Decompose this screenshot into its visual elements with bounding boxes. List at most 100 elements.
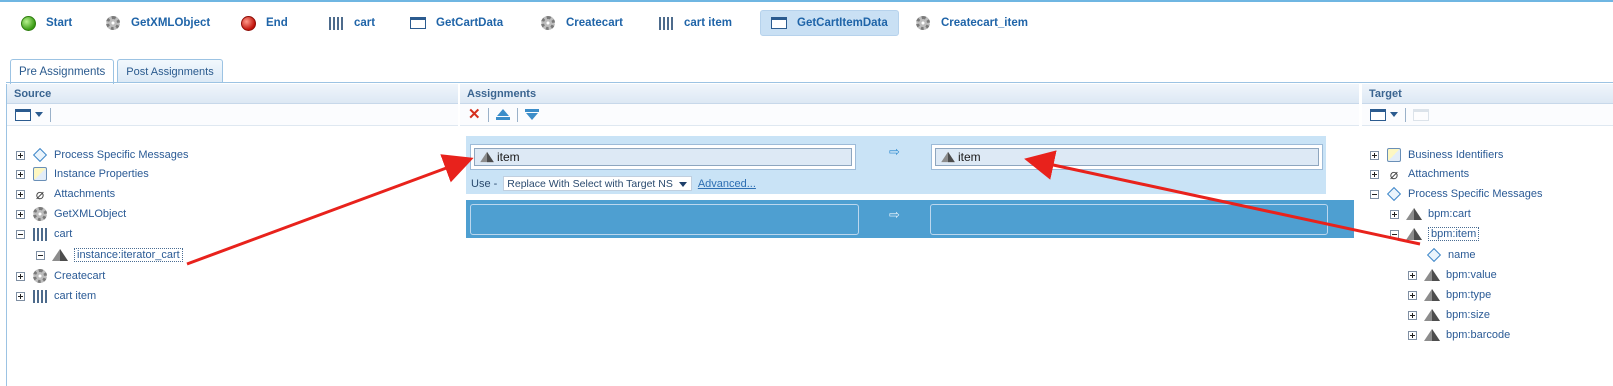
- arrow-right-icon: ⇨: [889, 144, 900, 159]
- tree-node[interactable]: GetXMLObject: [16, 205, 126, 223]
- flow-item-start[interactable]: Start: [10, 10, 82, 36]
- delete-icon[interactable]: ✕: [468, 107, 481, 122]
- expand-icon[interactable]: [16, 271, 25, 281]
- empty-target-field[interactable]: [930, 204, 1328, 235]
- gear-icon: [32, 206, 48, 222]
- tree-node[interactable]: bpm:barcode: [1408, 326, 1510, 344]
- iterator-bars-icon: [658, 15, 674, 31]
- empty-source-field[interactable]: [470, 204, 859, 235]
- toolbar-separator: [487, 107, 489, 122]
- source-panel: Source Process Specific Messages Instanc…: [6, 84, 458, 386]
- expand-icon[interactable]: [1370, 150, 1379, 160]
- assignment-row-selected[interactable]: item ⇨ item Use - Replace With Select wi…: [466, 136, 1326, 194]
- process-flow-toolbar: Start GetXMLObject End cart GetCartData …: [0, 6, 1613, 40]
- tree-node-label: Process Specific Messages: [54, 149, 189, 161]
- tab-divider: [6, 82, 1613, 83]
- pyramid-icon: [941, 151, 955, 163]
- assignments-toolbar: ✕: [460, 104, 1359, 126]
- flow-item-end[interactable]: End: [230, 10, 298, 36]
- tree-node[interactable]: Process Specific Messages: [16, 146, 189, 164]
- chevron-down-icon[interactable]: [1390, 112, 1398, 117]
- assignment-row-empty[interactable]: ⇨: [466, 200, 1354, 238]
- tree-node[interactable]: bpm:value: [1408, 266, 1497, 284]
- tree-node[interactable]: ⌀ Attachments: [16, 185, 115, 203]
- expand-icon[interactable]: [16, 169, 25, 179]
- tree-node[interactable]: cart item: [16, 287, 96, 305]
- tree-node[interactable]: Business Identifiers: [1370, 146, 1503, 164]
- tree-node-label: bpm:size: [1446, 309, 1491, 321]
- tree-node-label: Instance Properties: [54, 168, 149, 180]
- tree-node-label: name: [1448, 249, 1476, 261]
- tree-node[interactable]: Instance Properties: [16, 165, 149, 183]
- tree-node-selected[interactable]: bpm:item: [1390, 225, 1480, 243]
- flow-item-label: GetCartItemData: [797, 17, 888, 29]
- tree-node[interactable]: bpm:type: [1408, 286, 1491, 304]
- target-expression-field[interactable]: item: [931, 144, 1323, 170]
- collapse-icon[interactable]: [16, 229, 25, 239]
- columns-icon[interactable]: [15, 108, 31, 121]
- tree-node[interactable]: name: [1426, 246, 1476, 264]
- tree-node-label: bpm:item: [1428, 227, 1480, 241]
- collapse-icon[interactable]: [36, 250, 45, 260]
- flow-item-createcart-item[interactable]: Createcart_item: [905, 10, 1038, 36]
- flow-item-getcartitemdata[interactable]: GetCartItemData: [760, 10, 899, 36]
- diamond-icon: [1386, 186, 1402, 202]
- assignment-tabs: Pre Assignments Post Assignments: [10, 59, 223, 84]
- pyramid-icon: [1424, 267, 1440, 283]
- tree-node[interactable]: Createcart: [16, 267, 105, 285]
- expand-icon[interactable]: [1408, 270, 1417, 280]
- move-up-icon[interactable]: [495, 108, 510, 121]
- tab-pre-assignments[interactable]: Pre Assignments: [10, 59, 115, 84]
- window-top-border: [0, 0, 1613, 2]
- iterator-bars-icon: [328, 15, 344, 31]
- arrow-right-icon: ⇨: [889, 207, 900, 222]
- tree-node[interactable]: ⌀ Attachments: [1370, 165, 1469, 183]
- diamond-icon: [32, 147, 48, 163]
- expand-icon[interactable]: [16, 209, 25, 219]
- tree-node-label: bpm:type: [1446, 289, 1492, 301]
- tree-node[interactable]: Process Specific Messages: [1370, 185, 1543, 203]
- iterator-bars-icon: [32, 288, 48, 304]
- expand-icon[interactable]: [1390, 209, 1399, 219]
- tree-node[interactable]: bpm:size: [1408, 306, 1490, 324]
- expand-icon[interactable]: [1408, 310, 1417, 320]
- advanced-link[interactable]: Advanced...: [698, 178, 756, 190]
- chevron-down-icon[interactable]: [35, 112, 43, 117]
- expand-icon[interactable]: [16, 150, 25, 160]
- tree-node-label: Attachments: [1408, 168, 1470, 180]
- pyramid-icon: [52, 247, 68, 263]
- flow-item-getxmlobject[interactable]: GetXMLObject: [95, 10, 220, 36]
- columns-icon[interactable]: [1370, 108, 1386, 121]
- flow-item-getcartdata[interactable]: GetCartData: [400, 10, 513, 36]
- expand-icon[interactable]: [16, 189, 25, 199]
- expand-icon[interactable]: [16, 291, 25, 301]
- flow-item-cart[interactable]: cart: [318, 10, 385, 36]
- tab-post-assignments[interactable]: Post Assignments: [117, 59, 223, 83]
- tree-node-selected[interactable]: instance:iterator_cart: [36, 246, 183, 264]
- flow-item-createcart[interactable]: Createcart: [530, 10, 633, 36]
- assignment-options: Use - Replace With Select with Target NS…: [471, 176, 756, 191]
- gear-icon: [105, 15, 121, 31]
- assignments-panel: Assignments ✕ item ⇨ item Use - Replace …: [460, 84, 1359, 386]
- tree-node-label: instance:iterator_cart: [74, 248, 183, 262]
- collapse-icon[interactable]: [1370, 189, 1379, 199]
- expand-icon[interactable]: [1370, 169, 1379, 179]
- expand-icon[interactable]: [1408, 330, 1417, 340]
- tree-node[interactable]: cart: [16, 225, 72, 243]
- source-toolbar: [7, 104, 458, 126]
- disabled-tool-icon: [1413, 108, 1429, 121]
- target-panel: Target Business Identifiers ⌀ Attachment…: [1362, 84, 1613, 386]
- window-icon: [771, 15, 787, 31]
- pyramid-icon: [1406, 226, 1422, 242]
- toolbar-separator: [1405, 107, 1406, 122]
- expand-icon[interactable]: [1408, 290, 1417, 300]
- flow-item-label: End: [266, 17, 288, 29]
- flow-item-cart-item[interactable]: cart item: [648, 10, 742, 36]
- assignment-type-select[interactable]: Replace With Select with Target NS: [503, 176, 692, 191]
- use-label: Use -: [471, 177, 498, 190]
- collapse-icon[interactable]: [1390, 229, 1399, 239]
- source-expression-field[interactable]: item: [470, 144, 856, 170]
- tree-node-label: cart item: [54, 290, 97, 302]
- move-down-icon[interactable]: [524, 108, 539, 121]
- tree-node[interactable]: bpm:cart: [1390, 205, 1471, 223]
